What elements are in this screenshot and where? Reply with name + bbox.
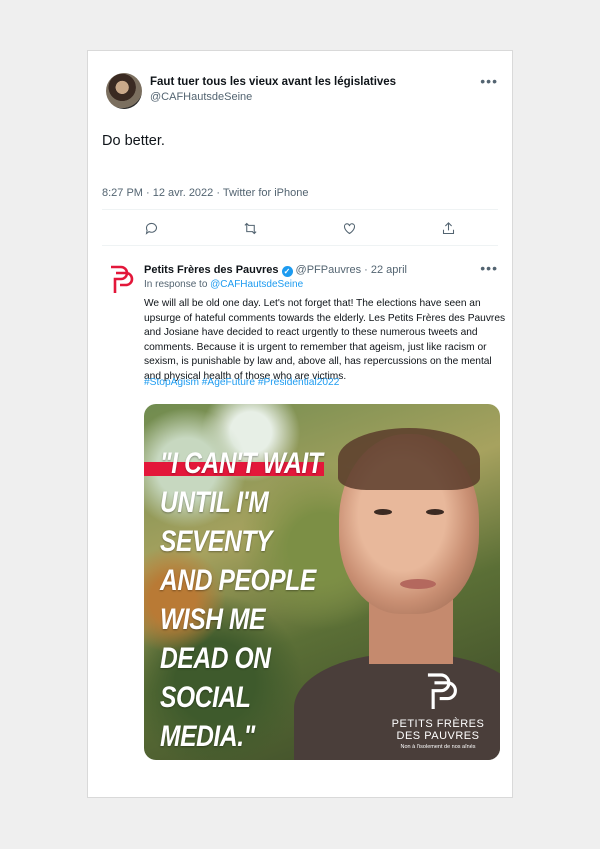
hashtags[interactable]: #StopAgism #AgeFuture #Presidential2022 <box>144 377 339 388</box>
share-button[interactable] <box>434 215 464 241</box>
divider <box>102 209 498 210</box>
like-icon <box>343 222 356 234</box>
more-options-icon[interactable]: ••• <box>480 73 498 89</box>
tweet-text: Do better. <box>102 133 165 149</box>
photo-eye <box>426 509 444 515</box>
tweet-meta: 8:27 PM · 12 avr. 2022 · Twitter for iPh… <box>102 187 309 199</box>
pf-brand-logo-icon <box>427 673 457 709</box>
in-response-link[interactable]: @CAFHautsdeSeine <box>210 279 303 290</box>
photo-eye <box>374 509 392 515</box>
divider <box>102 245 498 246</box>
brand-name: PETITS FRÈRES DES PAUVRES <box>391 718 485 742</box>
author-name[interactable]: Faut tuer tous les vieux avant les légis… <box>150 76 396 88</box>
like-button[interactable] <box>335 215 365 241</box>
more-options-icon[interactable]: ••• <box>480 260 498 276</box>
quoted-handle-date[interactable]: @PFPauvres · 22 april <box>296 264 407 276</box>
photo-mouth <box>400 579 436 589</box>
media-image[interactable]: "I CAN'T WAIT UNTIL I'M SEVENTY AND PEOP… <box>144 404 500 760</box>
retweet-button[interactable] <box>236 215 266 241</box>
share-icon <box>442 221 455 234</box>
author-handle[interactable]: @CAFHautsdeSeine <box>150 91 252 103</box>
avatar[interactable] <box>106 73 142 109</box>
pf-logo-icon[interactable] <box>108 265 134 295</box>
tweet-card: Faut tuer tous les vieux avant les légis… <box>87 50 513 798</box>
media-quote: "I CAN'T WAIT UNTIL I'M SEVENTY AND PEOP… <box>160 447 323 753</box>
quoted-author-name[interactable]: Petits Frères des Pauvres <box>144 264 279 276</box>
retweet-icon <box>244 222 257 234</box>
brand-tagline: Non à l'isolement de nos aînés <box>400 744 476 750</box>
reply-button[interactable] <box>137 215 167 241</box>
action-bar <box>102 215 498 241</box>
in-response-to: In response to @CAFHautsdeSeine <box>144 279 303 290</box>
reply-icon <box>145 222 158 235</box>
photo-hair <box>338 428 480 490</box>
verified-badge-icon: ✓ <box>281 266 293 277</box>
quoted-author[interactable]: Petits Frères des Pauvres ✓ @PFPauvres · 2… <box>144 264 407 277</box>
in-response-label: In response to <box>144 279 211 290</box>
quoted-text: We will all be old one day. Let's not fo… <box>144 298 506 382</box>
